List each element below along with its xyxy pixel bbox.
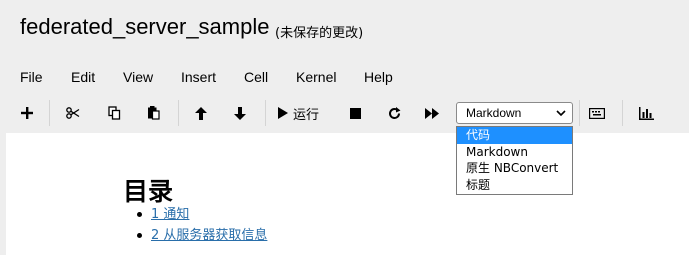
arrow-up-icon xyxy=(195,106,207,120)
save-status: (未保存的更改) xyxy=(275,26,364,41)
copy-button[interactable] xyxy=(103,100,125,126)
option-heading[interactable]: 标题 xyxy=(457,177,572,194)
interrupt-button[interactable] xyxy=(345,100,365,126)
menu-insert[interactable]: Insert xyxy=(181,69,216,85)
menubar: File Edit View Insert Cell Kernel Help xyxy=(0,62,689,92)
toolbar: 运行 xyxy=(0,97,689,129)
cell-type-dropdown: 代码 Markdown 原生 NBConvert 标题 xyxy=(456,126,573,195)
play-icon xyxy=(278,107,288,119)
toolbar-divider xyxy=(622,100,623,126)
cell-type-select[interactable]: Markdown xyxy=(456,102,573,124)
insert-cell-button[interactable] xyxy=(16,100,38,126)
menu-view[interactable]: View xyxy=(123,69,153,85)
stop-icon xyxy=(349,107,361,119)
plus-icon xyxy=(21,107,33,119)
toc-item: 2 从服务器获取信息 xyxy=(137,225,267,246)
toc-title: 目录 xyxy=(123,177,174,206)
option-markdown[interactable]: Markdown xyxy=(457,144,572,161)
toc-link-notice[interactable]: 1 通知 xyxy=(151,207,189,222)
move-up-button[interactable] xyxy=(190,100,212,126)
toc-link-server-info[interactable]: 2 从服务器获取信息 xyxy=(151,228,267,243)
copy-icon xyxy=(107,106,120,120)
scissors-icon xyxy=(66,107,80,119)
chart-button[interactable] xyxy=(635,100,657,126)
run-button[interactable]: 运行 xyxy=(278,100,328,126)
chevron-down-icon xyxy=(556,110,566,117)
menu-cell[interactable]: Cell xyxy=(244,69,268,85)
menu-edit[interactable]: Edit xyxy=(71,69,95,85)
toc-item: 1 通知 xyxy=(137,204,267,225)
move-down-button[interactable] xyxy=(229,100,251,126)
toolbar-divider xyxy=(49,100,50,126)
toolbar-divider xyxy=(178,100,179,126)
bullet-icon xyxy=(137,233,142,238)
bullet-icon xyxy=(137,212,142,217)
option-code[interactable]: 代码 xyxy=(457,127,572,144)
menu-file[interactable]: File xyxy=(20,69,43,85)
toc-list: 1 通知 2 从服务器获取信息 xyxy=(137,204,267,246)
menu-help[interactable]: Help xyxy=(364,69,393,85)
bar-chart-icon xyxy=(638,106,654,120)
toolbar-divider xyxy=(579,100,580,126)
paste-icon xyxy=(147,106,160,120)
cell-type-value: Markdown xyxy=(466,106,522,120)
menu-kernel[interactable]: Kernel xyxy=(296,69,336,85)
toolbar-divider xyxy=(265,100,266,126)
run-all-button[interactable] xyxy=(421,100,443,126)
notebook-container xyxy=(6,133,689,255)
header: federated_server_sample (未保存的更改) xyxy=(0,0,689,57)
restart-button[interactable] xyxy=(384,100,404,126)
command-palette-button[interactable] xyxy=(586,100,608,126)
arrow-down-icon xyxy=(234,106,246,120)
fast-forward-icon xyxy=(425,107,439,119)
refresh-icon xyxy=(388,106,400,119)
cut-button[interactable] xyxy=(62,100,84,126)
option-raw-nbconvert[interactable]: 原生 NBConvert xyxy=(457,160,572,177)
keyboard-icon xyxy=(589,107,605,119)
run-label: 运行 xyxy=(293,107,320,123)
notebook-name[interactable]: federated_server_sample xyxy=(20,14,269,40)
paste-button[interactable] xyxy=(142,100,164,126)
